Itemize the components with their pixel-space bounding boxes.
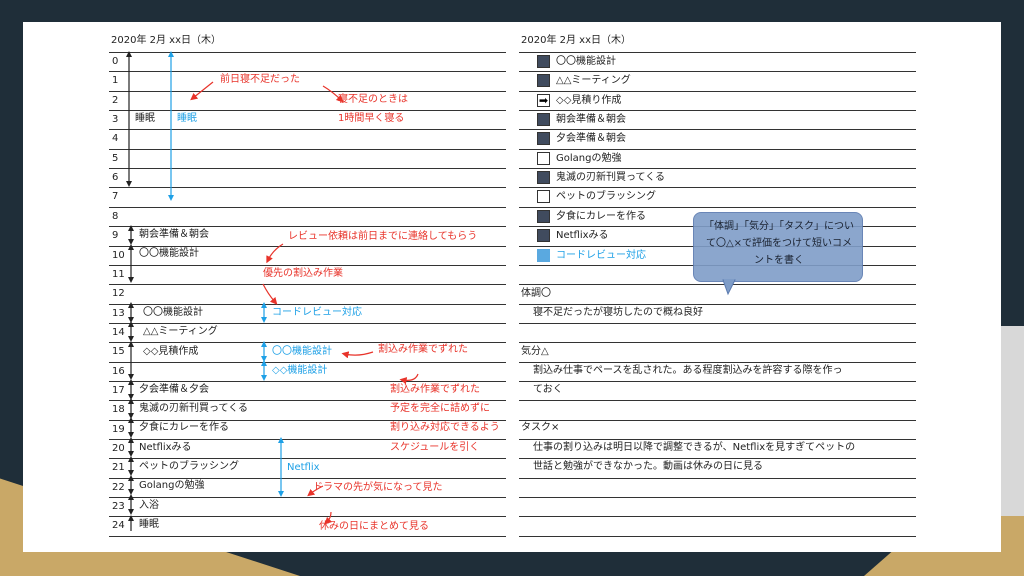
- task-label: Golangの勉強: [556, 153, 622, 164]
- task-label: Netflixみる: [556, 230, 609, 241]
- note: 休みの日にまとめて見る: [319, 521, 429, 532]
- row-line: [519, 381, 916, 382]
- row-line: [519, 129, 916, 130]
- task-text: 世話と勉強ができなかった。動画は休みの日に見る: [533, 461, 763, 472]
- task-checkbox[interactable]: [537, 74, 550, 87]
- plan-16: ◇◇機能設計: [272, 365, 328, 376]
- condition-title: 体調〇: [521, 288, 551, 299]
- row-line: [519, 400, 916, 401]
- activity-17: 夕会準備＆夕会: [139, 384, 209, 395]
- task-checkbox[interactable]: [537, 190, 550, 203]
- row-line: [519, 420, 916, 421]
- right-date: 2020年 2月 xx日（木）: [521, 35, 632, 46]
- row-line: [519, 342, 916, 343]
- activity-14: △△ミーティング: [143, 326, 218, 337]
- task-label: コードレビュー対応: [556, 250, 646, 261]
- task-checkbox[interactable]: [537, 152, 550, 165]
- note: スケジュールを引く: [390, 442, 480, 453]
- note: 予定を完全に詰めずに: [390, 403, 490, 414]
- activity-22: Golangの勉強: [139, 480, 205, 491]
- slide: 2020年 2月 xx日（木） 0 1 2 3 4 5 6 7 8 9 10 11 12 13 14 15 16…: [23, 22, 1001, 552]
- task-label: 朝会準備＆朝会: [556, 114, 626, 125]
- task-checkbox[interactable]: [537, 132, 550, 145]
- note: ドラマの先が気になって見た: [313, 482, 443, 493]
- row-line: [519, 110, 916, 111]
- activity-15: ◇◇見積作成: [143, 346, 199, 357]
- activity-13: 〇〇機能設計: [143, 307, 203, 318]
- task-label: 鬼滅の刃新刊買ってくる: [556, 172, 665, 183]
- task-text: 仕事の割り込みは明日以降で調整できるが、Netflixを見すぎてペットの: [533, 442, 856, 453]
- mood-text: ておく: [533, 384, 563, 395]
- row-line: [519, 497, 916, 498]
- task-label: 夕会準備＆朝会: [556, 133, 626, 144]
- row-line: [519, 52, 916, 53]
- task-label: 夕食にカレーを作る: [556, 211, 646, 222]
- note: レビュー依頼は前日までに連絡してもらう: [288, 231, 478, 242]
- task-checkbox[interactable]: [537, 55, 550, 68]
- row-line: [519, 478, 916, 479]
- row-line: [519, 458, 916, 459]
- row-line: [519, 207, 916, 208]
- row-line: [519, 323, 916, 324]
- note: 割込み作業でずれた: [390, 384, 480, 395]
- activity-18: 鬼滅の刃新刊買ってくる: [139, 403, 248, 414]
- note: 優先の割込み作業: [263, 268, 343, 279]
- plan-netflix: Netflix: [287, 462, 320, 473]
- activity-sleep: 睡眠: [135, 113, 155, 124]
- activity-21: ペットのブラッシング: [139, 461, 239, 472]
- task-checkbox[interactable]: [537, 171, 550, 184]
- row-line: [519, 439, 916, 440]
- activity-23: 入浴: [139, 500, 159, 511]
- task-title: タスク×: [521, 422, 560, 433]
- plan-15: 〇〇機能設計: [272, 346, 332, 357]
- condition-text: 寝不足だったが寝坊したので概ね良好: [533, 307, 703, 318]
- row-line: [519, 149, 916, 150]
- callout-text: 「体調」「気分」「タスク」について〇△×で評価をつけて短いコメントを書く: [704, 221, 854, 266]
- task-checkbox[interactable]: [537, 210, 550, 223]
- row-line: [519, 71, 916, 72]
- activity-20: Netflixみる: [139, 442, 192, 453]
- task-label: 〇〇機能設計: [556, 56, 616, 67]
- row-line: [519, 536, 916, 537]
- task-label: ◇◇見積り作成: [556, 95, 622, 106]
- activity-9: 朝会準備＆朝会: [139, 229, 209, 240]
- plan-13: コードレビュー対応: [272, 307, 362, 318]
- mood-text: 割込み仕事でペースを乱された。ある程度割込みを許容する際を作っ: [533, 365, 843, 376]
- row-line: [519, 362, 916, 363]
- activity-10: 〇〇機能設計: [139, 248, 199, 259]
- note: 1時間早く寝る: [338, 113, 405, 124]
- task-checkbox[interactable]: [537, 229, 550, 242]
- note: 割り込み対応できるよう: [390, 422, 500, 433]
- activity-19: 夕食にカレーを作る: [139, 422, 229, 433]
- note: 前日寝不足だった: [220, 74, 300, 85]
- task-label: △△ミーティング: [556, 75, 631, 86]
- mood-title: 気分△: [521, 346, 549, 357]
- row-line: [519, 168, 916, 169]
- task-label: ペットのブラッシング: [556, 191, 656, 202]
- task-checkbox[interactable]: [537, 249, 550, 262]
- row-line: [519, 284, 916, 285]
- row-line: [519, 91, 916, 92]
- task-checkbox[interactable]: ➡: [537, 94, 550, 107]
- row-line: [519, 187, 916, 188]
- row-line: [519, 516, 916, 517]
- note: 寝不足のときは: [338, 94, 408, 105]
- task-checkbox[interactable]: [537, 113, 550, 126]
- plan-sleep: 睡眠: [177, 113, 197, 124]
- row-line: [519, 304, 916, 305]
- activity-24: 睡眠: [139, 519, 159, 530]
- note: 割込み作業でずれた: [378, 344, 468, 355]
